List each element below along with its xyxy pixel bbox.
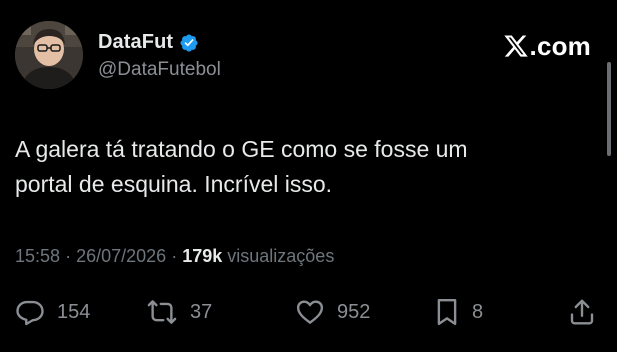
tweet-date[interactable]: 26/07/2026 [76,246,166,266]
action-bar: 154 37 952 8 [0,296,617,328]
bookmark-button[interactable]: 8 [434,296,483,328]
author-name-row[interactable]: DataFut [98,31,199,54]
retweet-count: 37 [190,300,213,323]
x-brand: .com [503,33,591,59]
bookmark-icon [437,298,457,326]
like-icon [296,300,324,324]
avatar[interactable] [15,21,83,89]
like-button[interactable]: 952 [295,296,370,328]
tweet-meta: 15:58 · 26/07/2026 · 179k visualizações [15,246,334,267]
meta-separator: · [65,246,72,266]
bookmark-count: 8 [472,300,484,323]
share-button[interactable] [567,296,597,328]
scrollbar[interactable] [607,62,611,156]
reply-count: 154 [57,300,91,323]
views-count: 179k [182,246,223,266]
share-icon [570,299,594,325]
verified-badge-icon [180,33,198,52]
tweet-time[interactable]: 15:58 [15,246,60,266]
retweet-button[interactable]: 37 [146,296,212,328]
x-domain-text: .com [529,31,591,61]
views-label: visualizações [227,246,335,266]
tweet-text-line: A galera tá tratando o GE como se fosse … [15,136,468,162]
tweet-text-line: portal de esquina. Incrível isso. [15,171,333,197]
display-name[interactable]: DataFut [98,31,173,54]
like-count: 952 [337,300,371,323]
reply-icon [16,300,44,326]
retweet-icon [147,300,177,324]
reply-button[interactable]: 154 [15,296,90,328]
x-logo-icon [503,35,528,57]
tweet-card: DataFut @DataFutebol .com A galera tá tr… [0,0,617,352]
tweet-text: A galera tá tratando o GE como se fosse … [15,132,575,202]
author-handle[interactable]: @DataFutebol [98,59,221,81]
meta-separator: · [171,246,178,266]
